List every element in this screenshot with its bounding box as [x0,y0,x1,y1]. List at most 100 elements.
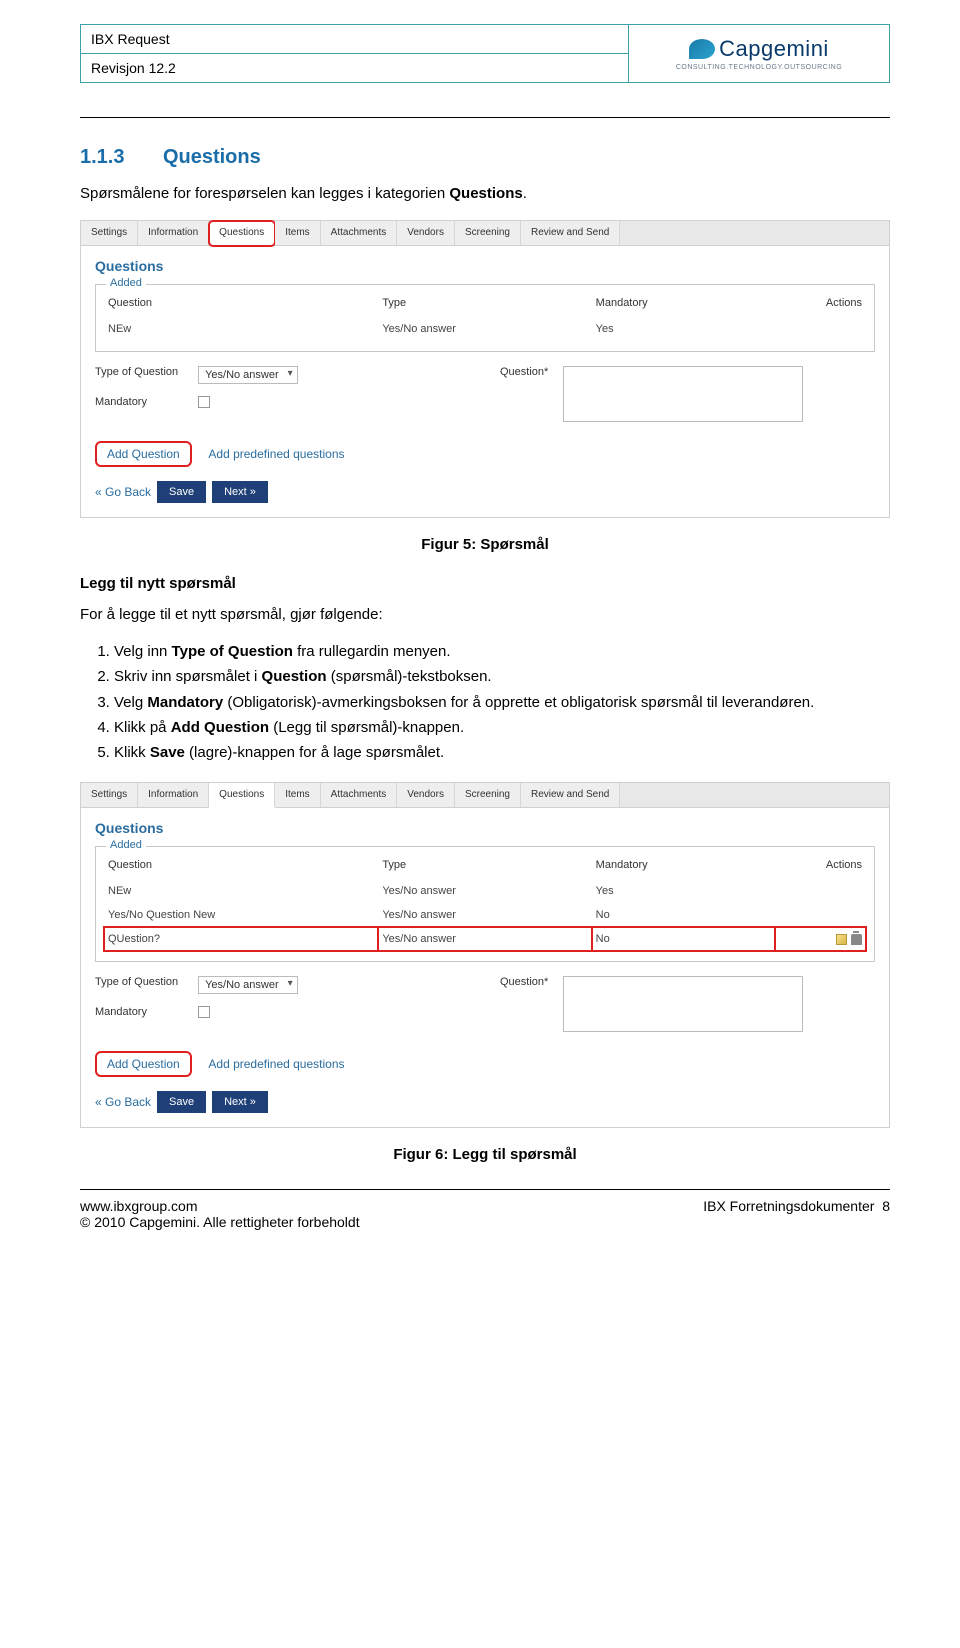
mandatory-checkbox[interactable] [198,396,210,408]
cell-question: NEw [104,879,378,903]
mandatory-checkbox[interactable] [198,1006,210,1018]
tab-screening[interactable]: Screening [455,221,521,245]
go-back-link[interactable]: « Go Back [95,485,151,499]
cell-actions [775,317,866,341]
footer-divider [80,1189,890,1190]
cell-type: Yes/No answer [378,317,591,341]
screenshot-2: SettingsInformationQuestionsItemsAttachm… [80,782,890,1128]
col-type: Type [378,853,591,879]
cell-actions [775,903,866,927]
spade-icon [689,39,715,59]
page-footer: www.ibxgroup.com © 2010 Capgemini. Alle … [80,1198,890,1230]
cell-question: NEw [104,317,378,341]
question-textarea[interactable] [563,976,803,1032]
footer-copyright: © 2010 Capgemini. Alle rettigheter forbe… [80,1214,360,1230]
col-type: Type [378,291,591,317]
type-select[interactable]: Yes/No answer [198,976,298,994]
cell-mandatory: Yes [592,317,775,341]
fieldset-legend: Added [106,277,146,289]
cell-question: Yes/No Question New [104,903,378,927]
go-back-link[interactable]: « Go Back [95,1095,151,1109]
next-button[interactable]: Next » [212,1091,268,1113]
panel-title: Questions [95,820,875,836]
tab-vendors[interactable]: Vendors [397,221,455,245]
footer-url: www.ibxgroup.com [80,1198,360,1214]
divider [80,117,890,118]
cell-mandatory: No [592,903,775,927]
type-label: Type of Question [95,976,195,988]
add-question-button[interactable]: Add Question [95,1051,192,1077]
cell-type: Yes/No answer [378,927,591,951]
save-button[interactable]: Save [157,1091,206,1113]
page-header: IBX Request Revisjon 12.2 Capgemini CONS… [80,24,890,83]
type-select[interactable]: Yes/No answer [198,366,298,384]
edit-icon[interactable] [836,934,847,945]
fieldset-legend: Added [106,839,146,851]
add-predefined-link[interactable]: Add predefined questions [208,447,344,461]
col-mandatory: Mandatory [592,291,775,317]
tab-review-and-send[interactable]: Review and Send [521,783,620,807]
doc-revision: Revisjon 12.2 [81,54,628,82]
next-button[interactable]: Next » [212,481,268,503]
tab-attachments[interactable]: Attachments [321,783,398,807]
list-item: Skriv inn spørsmålet i Question (spørsmå… [114,665,890,688]
col-actions: Actions [775,853,866,879]
col-actions: Actions [775,291,866,317]
figure-6-caption: Figur 6: Legg til spørsmål [80,1146,890,1163]
section-intro: Spørsmålene for forespørselen kan legges… [80,183,890,206]
tab-items[interactable]: Items [275,221,320,245]
screenshot-1: SettingsInformationQuestionsItemsAttachm… [80,220,890,518]
question-label: Question* [500,366,560,378]
question-textarea[interactable] [563,366,803,422]
tab-information[interactable]: Information [138,783,209,807]
footer-page-number: 8 [882,1198,890,1214]
cell-actions [775,879,866,903]
delete-icon[interactable] [851,934,862,945]
tab-information[interactable]: Information [138,221,209,245]
question-label: Question* [500,976,560,988]
instruction-list: Velg inn Type of Question fra rullegardi… [114,640,890,764]
panel-title: Questions [95,258,875,274]
table-row: Yes/No Question NewYes/No answerNo [104,903,866,927]
cell-type: Yes/No answer [378,879,591,903]
cell-mandatory: No [592,927,775,951]
tab-attachments[interactable]: Attachments [321,221,398,245]
mandatory-label: Mandatory [95,396,195,408]
figure-5-caption: Figur 5: Spørsmål [80,536,890,553]
cell-mandatory: Yes [592,879,775,903]
tab-settings[interactable]: Settings [81,783,138,807]
tab-questions[interactable]: Questions [209,783,275,808]
tab-vendors[interactable]: Vendors [397,783,455,807]
doc-title: IBX Request [81,25,628,54]
save-button[interactable]: Save [157,481,206,503]
cell-question: QUestion? [104,927,378,951]
col-mandatory: Mandatory [592,853,775,879]
cell-type: Yes/No answer [378,903,591,927]
col-question: Question [104,853,378,879]
mandatory-label: Mandatory [95,1006,195,1018]
col-question: Question [104,291,378,317]
add-predefined-link[interactable]: Add predefined questions [208,1057,344,1071]
tab-items[interactable]: Items [275,783,320,807]
list-item: Klikk Save (lagre)-knappen for å lage sp… [114,741,890,764]
tab-questions[interactable]: Questions [209,221,275,246]
tab-review-and-send[interactable]: Review and Send [521,221,620,245]
tab-settings[interactable]: Settings [81,221,138,245]
list-item: Klikk på Add Question (Legg til spørsmål… [114,716,890,739]
section-title: Questions [163,146,261,168]
section-number: 1.1.3 [80,146,124,168]
logo-subtext: CONSULTING.TECHNOLOGY.OUTSOURCING [676,64,842,71]
cell-actions [775,927,866,951]
instruction-heading: Legg til nytt spørsmål [80,575,890,592]
list-item: Velg inn Type of Question fra rullegardi… [114,640,890,663]
table-row: NEwYes/No answerYes [104,879,866,903]
capgemini-logo: Capgemini CONSULTING.TECHNOLOGY.OUTSOURC… [676,36,842,71]
section-heading: 1.1.3 Questions [80,146,890,169]
type-label: Type of Question [95,366,195,378]
footer-doc-label: IBX Forretningsdokumenter [703,1198,874,1214]
logo-text: Capgemini [719,36,829,62]
table-row: QUestion?Yes/No answerNo [104,927,866,951]
instruction-lead: For å legge til et nytt spørsmål, gjør f… [80,604,890,627]
tab-screening[interactable]: Screening [455,783,521,807]
add-question-button[interactable]: Add Question [95,441,192,467]
